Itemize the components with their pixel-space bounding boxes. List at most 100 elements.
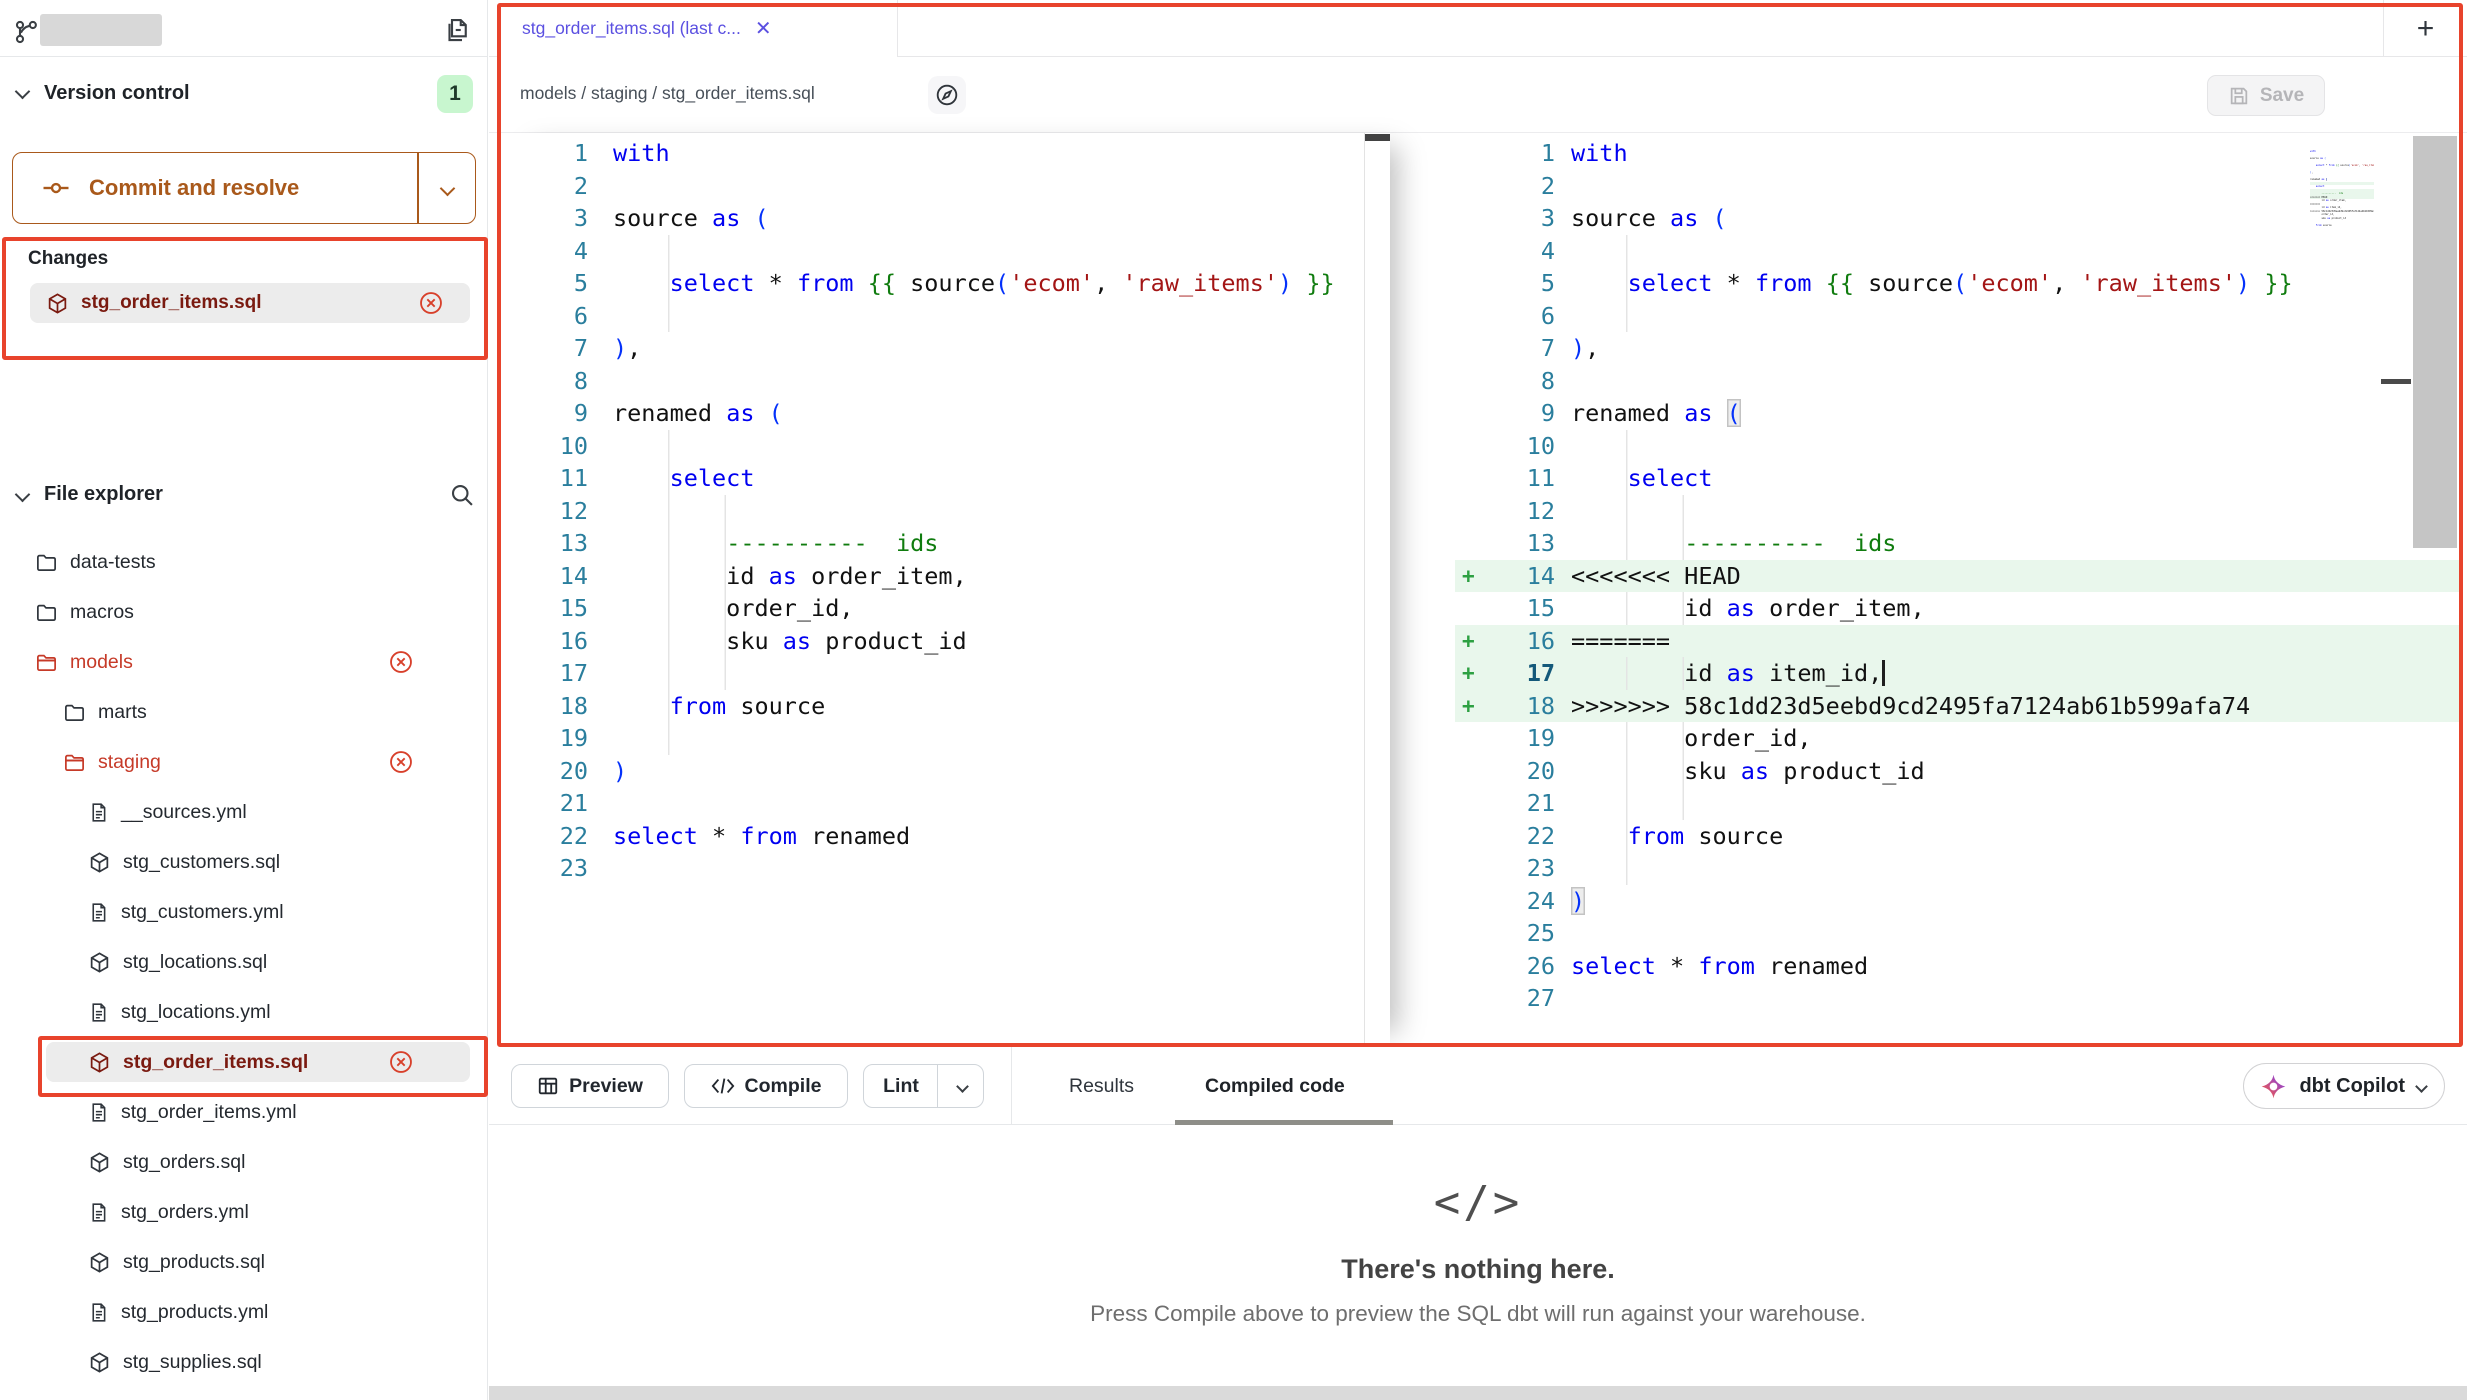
code-line[interactable]: 7),	[497, 332, 1390, 365]
code-line[interactable]: 21	[497, 787, 1390, 820]
code-line[interactable]: 27	[1455, 982, 2460, 1015]
code-line[interactable]: 23	[1455, 852, 2460, 885]
git-branch-icon[interactable]	[13, 17, 41, 47]
file-explorer-item-stg-products-yml[interactable]: stg_products.yml	[0, 1287, 488, 1337]
file-explorer-item-marts[interactable]: marts	[0, 687, 488, 737]
code-line[interactable]: 23	[497, 852, 1390, 885]
code-line[interactable]: +18>>>>>>> 58c1dd23d5eebd9cd2495fa7124ab…	[1455, 690, 2460, 723]
file-explorer-item-stg-order-items-sql[interactable]: stg_order_items.sql	[0, 1037, 488, 1087]
file-explorer-item-stg-orders-yml[interactable]: stg_orders.yml	[0, 1187, 488, 1237]
file-explorer-item-stg-locations-sql[interactable]: stg_locations.sql	[0, 937, 488, 987]
tab-close-icon[interactable]: ✕	[755, 16, 772, 41]
save-button[interactable]: Save	[2207, 75, 2325, 116]
code-line[interactable]: 9renamed as (	[1455, 397, 2460, 430]
code-line[interactable]: 5 select * from {{ source('ecom', 'raw_i…	[1455, 267, 2460, 300]
file-explorer-item-stg-order-items-yml[interactable]: stg_order_items.yml	[0, 1087, 488, 1137]
file-explorer-item-data-tests[interactable]: data-tests	[0, 537, 488, 587]
code-line[interactable]: 11 select	[1455, 462, 2460, 495]
lineage-button[interactable]	[928, 76, 966, 114]
code-line[interactable]: 19	[497, 722, 1390, 755]
code-line[interactable]: 14 id as order_item,	[497, 560, 1390, 593]
code-line[interactable]: 3source as (	[497, 202, 1390, 235]
lint-dropdown-chevron-icon[interactable]	[956, 1080, 969, 1093]
file-explorer-item-macros[interactable]: macros	[0, 587, 488, 637]
code-line[interactable]: +14<<<<<<< HEAD	[1455, 560, 2460, 593]
version-control-chevron-icon[interactable]	[15, 84, 31, 100]
code-line[interactable]: 5 select * from {{ source('ecom', 'raw_i…	[497, 267, 1390, 300]
code-line[interactable]: 19 order_id,	[1455, 722, 2460, 755]
code-line[interactable]: 21	[1455, 787, 2460, 820]
code-line[interactable]: 9renamed as (	[497, 397, 1390, 430]
code-line[interactable]: 13 ---------- ids	[497, 527, 1390, 560]
discard-changes-icon[interactable]	[388, 649, 414, 675]
code-line[interactable]: 12	[497, 495, 1390, 528]
file-explorer-item-stg-supplies-sql[interactable]: stg_supplies.sql	[0, 1337, 488, 1387]
left-pane-overview-ruler[interactable]	[1364, 133, 1390, 1046]
minimap[interactable]: withsource as ( select * from {{ source(…	[2310, 136, 2374, 228]
discard-changes-icon[interactable]	[388, 749, 414, 775]
lint-button[interactable]: Lint	[863, 1064, 984, 1108]
code-line[interactable]: 13 ---------- ids	[1455, 527, 2460, 560]
search-icon[interactable]	[448, 481, 476, 509]
code-line[interactable]: 2	[497, 170, 1390, 203]
code-line[interactable]: 7),	[1455, 332, 2460, 365]
commit-and-resolve-button[interactable]: Commit and resolve	[12, 152, 476, 224]
new-tab-button[interactable]: +	[2383, 0, 2467, 57]
editor-scrollbar[interactable]	[2413, 136, 2457, 548]
file-explorer-item-stg-orders-sql[interactable]: stg_orders.sql	[0, 1137, 488, 1187]
code-line[interactable]: 10	[1455, 430, 2460, 463]
indent-guides	[1571, 852, 1628, 885]
file-explorer-item--sources-yml[interactable]: __sources.yml	[0, 787, 488, 837]
branch-name-redacted[interactable]	[40, 14, 162, 46]
code-line[interactable]: 8	[1455, 365, 2460, 398]
dbt-copilot-button[interactable]: dbt Copilot	[2243, 1063, 2445, 1109]
file-explorer-item-stg-locations-yml[interactable]: stg_locations.yml	[0, 987, 488, 1037]
code-line[interactable]: +16=======	[1455, 625, 2460, 658]
code-line[interactable]: 10	[497, 430, 1390, 463]
tab-results[interactable]: Results	[1069, 1047, 1134, 1125]
code-line[interactable]: 15 order_id,	[497, 592, 1390, 625]
tab-stg-order-items[interactable]: stg_order_items.sql (last c... ✕	[498, 0, 898, 57]
file-explorer-item-staging[interactable]: staging	[0, 737, 488, 787]
diff-pane-original[interactable]: 1with23source as (45 select * from {{ so…	[497, 133, 1390, 1046]
scrollbar-handle[interactable]	[2381, 379, 2411, 384]
file-name: __sources.yml	[121, 801, 247, 824]
code-line[interactable]: 25	[1455, 917, 2460, 950]
code-line[interactable]: 6	[1455, 300, 2460, 333]
diff-pane-modified[interactable]: 1with 2 3source as ( 4 5 select * from {…	[1455, 133, 2460, 1046]
code-line[interactable]: 1with	[497, 137, 1390, 170]
tab-compiled-code[interactable]: Compiled code	[1205, 1047, 1345, 1125]
code-line[interactable]: 24)	[1455, 885, 2460, 918]
code-line[interactable]: +17 id as item_id,	[1455, 657, 2460, 690]
code-line[interactable]: 6	[497, 300, 1390, 333]
copy-icon[interactable]	[442, 15, 472, 45]
code-line[interactable]: 4	[1455, 235, 2460, 268]
code-line[interactable]: 15 id as order_item,	[1455, 592, 2460, 625]
code-line[interactable]: 20)	[497, 755, 1390, 788]
copilot-chevron-icon[interactable]	[2415, 1080, 2428, 1093]
code-line[interactable]: 4	[497, 235, 1390, 268]
code-line[interactable]: 18 from source	[497, 690, 1390, 723]
code-line[interactable]: 22select * from renamed	[497, 820, 1390, 853]
file-explorer-chevron-icon[interactable]	[15, 487, 31, 503]
indent-guides	[613, 235, 670, 268]
code-line[interactable]: 12	[1455, 495, 2460, 528]
file-explorer-item-stg-products-sql[interactable]: stg_products.sql	[0, 1237, 488, 1287]
scrollbar-thumb[interactable]	[1365, 134, 1390, 141]
file-explorer-item-models[interactable]: models	[0, 637, 488, 687]
commit-dropdown-chevron-icon[interactable]	[440, 181, 456, 197]
file-explorer-item-stg-customers-sql[interactable]: stg_customers.sql	[0, 837, 488, 887]
file-explorer-item-stg-customers-yml[interactable]: stg_customers.yml	[0, 887, 488, 937]
code-line[interactable]: 22 from source	[1455, 820, 2460, 853]
code-line[interactable]: 16 sku as product_id	[497, 625, 1390, 658]
preview-button[interactable]: Preview	[511, 1064, 669, 1108]
code-line[interactable]: 8	[497, 365, 1390, 398]
code-line[interactable]: 26select * from renamed	[1455, 950, 2460, 983]
code-line[interactable]: 17	[497, 657, 1390, 690]
code-line[interactable]: 20 sku as product_id	[1455, 755, 2460, 788]
compile-button[interactable]: Compile	[684, 1064, 848, 1108]
changed-file-item[interactable]: stg_order_items.sql	[30, 283, 470, 323]
discard-changes-icon[interactable]	[388, 1049, 414, 1075]
discard-changes-icon[interactable]	[418, 290, 444, 316]
code-line[interactable]: 11 select	[497, 462, 1390, 495]
